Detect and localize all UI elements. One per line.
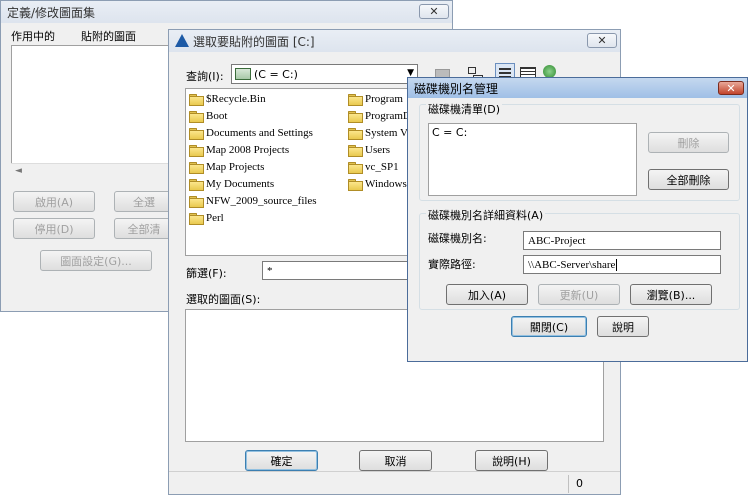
folder-item[interactable]: Map Projects	[189, 161, 264, 174]
folder-item[interactable]: Documents and Settings	[189, 127, 313, 140]
folder-icon	[189, 127, 204, 140]
selected-drawings-label: 選取的圖面(S):	[186, 293, 261, 306]
close-icon: ✕	[726, 81, 736, 95]
folder-item[interactable]: vc_SP1	[348, 161, 399, 174]
folder-icon	[189, 178, 204, 191]
title-bar[interactable]: 定義/修改圖面集	[1, 1, 452, 23]
folder-item[interactable]: Windows	[348, 178, 407, 191]
filter-input[interactable]: *	[262, 261, 422, 280]
window-title: 磁碟機別名管理	[414, 81, 499, 96]
close-icon: ✕	[597, 34, 607, 47]
delete-button[interactable]: 刪除	[648, 132, 729, 153]
folder-item[interactable]: $Recycle.Bin	[189, 93, 266, 106]
drawing-settings-button[interactable]: 圖面設定(G)...	[40, 250, 152, 271]
close-button[interactable]: ✕	[718, 81, 744, 95]
drive-alias-manager-window: 磁碟機別名管理 ✕ 磁碟機清單(D) C = C: 刪除 全部刪除 磁碟機別名詳…	[407, 77, 748, 362]
folder-icon	[189, 144, 204, 157]
folder-icon	[189, 161, 204, 174]
window-title: 定義/修改圖面集	[7, 5, 96, 20]
column-header-active: 作用中的	[11, 30, 55, 43]
horizontal-scrollbar[interactable]: ◄	[11, 163, 181, 181]
folder-icon	[189, 93, 204, 106]
close-button[interactable]: ✕	[587, 33, 617, 48]
drive-list-label: 磁碟機清單(D)	[426, 101, 503, 117]
ok-button[interactable]: 確定	[245, 450, 318, 471]
folder-item[interactable]: Program	[348, 93, 403, 106]
clear-all-button[interactable]: 全部清	[114, 218, 174, 239]
folder-icon	[348, 178, 363, 191]
filter-label: 篩選(F):	[186, 267, 227, 280]
folder-icon	[348, 127, 363, 140]
drive-list[interactable]: C = C:	[428, 123, 637, 196]
select-all-button[interactable]: 全選	[114, 191, 174, 212]
attached-drawings-list[interactable]	[11, 45, 181, 181]
look-in-dropdown[interactable]: (C = C:) ▼	[231, 64, 418, 84]
network-drive-icon	[235, 68, 251, 80]
folder-item[interactable]: System V	[348, 127, 408, 140]
folder-item[interactable]: Map 2008 Projects	[189, 144, 289, 157]
title-bar[interactable]: 選取要貼附的圖面 [C:]	[169, 30, 620, 52]
update-button[interactable]: 更新(U)	[538, 284, 620, 305]
add-button[interactable]: 加入(A)	[446, 284, 528, 305]
folder-item[interactable]: Users	[348, 144, 390, 157]
look-in-label: 查詢(I):	[186, 70, 224, 83]
scroll-left-icon[interactable]: ◄	[15, 166, 22, 176]
folder-icon	[189, 110, 204, 123]
status-divider	[568, 475, 569, 493]
delete-all-button[interactable]: 全部刪除	[648, 169, 729, 190]
folder-icon	[348, 93, 363, 106]
title-bar[interactable]: 磁碟機別名管理	[408, 78, 747, 98]
path-input[interactable]: \\ABC-Server\share	[523, 255, 721, 274]
status-count: 0	[576, 477, 583, 490]
folder-item[interactable]: My Documents	[189, 178, 274, 191]
folder-item[interactable]: Boot	[189, 110, 227, 123]
alias-detail-label: 磁碟機別名詳細資料(A)	[426, 207, 546, 223]
disable-button[interactable]: 停用(D)	[13, 218, 95, 239]
folder-icon	[189, 212, 204, 225]
browse-button[interactable]: 瀏覽(B)...	[630, 284, 712, 305]
folder-icon	[189, 195, 204, 208]
autocad-logo-icon	[175, 34, 189, 47]
help-button[interactable]: 說明(H)	[475, 450, 548, 471]
enable-button[interactable]: 啟用(A)	[13, 191, 95, 212]
help-button[interactable]: 說明	[597, 316, 649, 337]
status-bar: 0	[169, 471, 620, 496]
alias-label: 磁碟機別名:	[428, 232, 487, 245]
folder-list[interactable]: $Recycle.Bin Boot Documents and Settings…	[185, 88, 421, 256]
cancel-button[interactable]: 取消	[359, 450, 432, 471]
alias-input[interactable]: ABC-Project	[523, 231, 721, 250]
folder-item[interactable]: Perl	[189, 212, 224, 225]
window-title: 選取要貼附的圖面 [C:]	[193, 34, 315, 49]
look-in-value: (C = C:)	[254, 67, 298, 81]
path-label: 實際路徑:	[428, 258, 476, 271]
folder-icon	[348, 110, 363, 123]
folder-item[interactable]: ProgramD	[348, 110, 411, 123]
list-item[interactable]: C = C:	[432, 126, 467, 139]
close-dialog-button[interactable]: 關閉(C)	[511, 316, 587, 337]
close-icon: ✕	[429, 5, 439, 18]
folder-item[interactable]: NFW_2009_source_files	[189, 195, 317, 208]
column-header-attached: 貼附的圖面	[81, 30, 136, 43]
close-button[interactable]: ✕	[419, 4, 449, 19]
folder-icon	[348, 144, 363, 157]
folder-icon	[348, 161, 363, 174]
text-cursor	[616, 258, 618, 271]
